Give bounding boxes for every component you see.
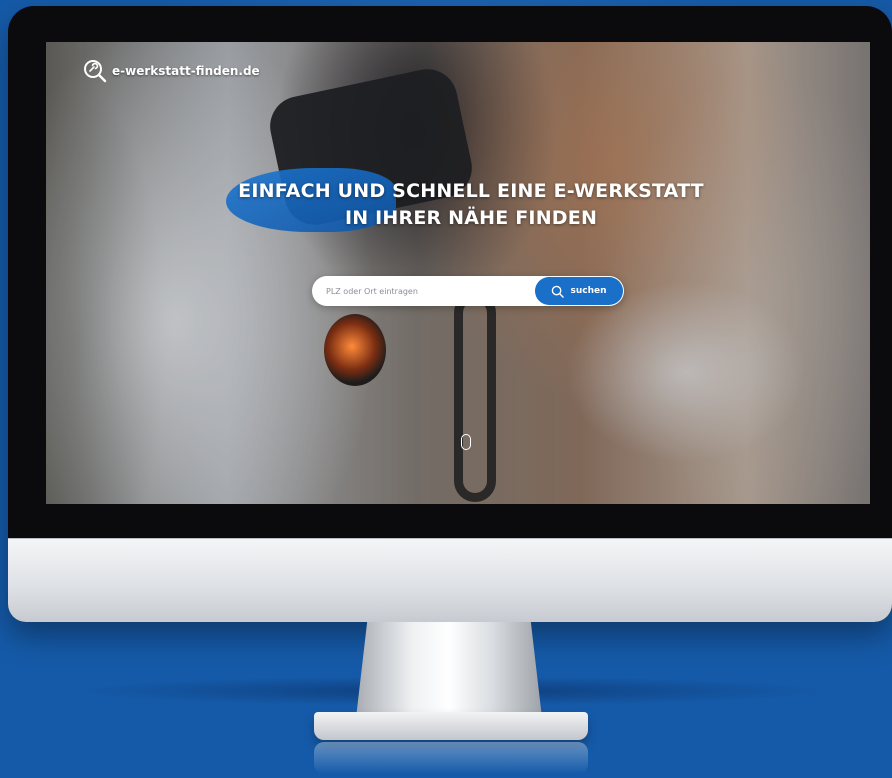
- search-button-label: suchen: [570, 286, 607, 296]
- search-wrench-icon: [84, 60, 107, 83]
- monitor-stand-neck: [356, 622, 542, 718]
- charging-plug-image: [324, 314, 386, 386]
- charging-cable-image: [454, 292, 496, 502]
- monitor-chin: [8, 538, 892, 622]
- search-button[interactable]: suchen: [535, 277, 623, 305]
- website-screen: e-werkstatt-finden.de EINFACH UND SCHNEL…: [46, 42, 870, 504]
- search-icon: [552, 285, 565, 298]
- mouse-scroll-icon[interactable]: [461, 434, 471, 450]
- brand-name: e-werkstatt-finden.de: [112, 64, 260, 78]
- stand-reflection: [314, 742, 588, 774]
- monitor-stand-base: [314, 712, 588, 740]
- site-logo[interactable]: e-werkstatt-finden.de: [82, 58, 260, 84]
- location-search-input[interactable]: [312, 276, 534, 306]
- hero-title: EINFACH UND SCHNELL EINE E-WERKSTATT IN …: [238, 180, 704, 229]
- search-bar: suchen: [312, 276, 624, 306]
- monitor-frame: e-werkstatt-finden.de EINFACH UND SCHNEL…: [8, 6, 892, 622]
